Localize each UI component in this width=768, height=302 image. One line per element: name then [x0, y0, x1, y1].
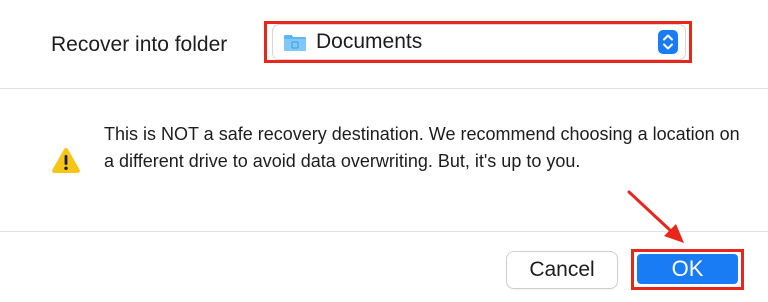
chevron-up-down-icon[interactable] [658, 30, 678, 54]
folder-label: Recover into folder [51, 33, 228, 56]
warning-message: This is NOT a safe recovery destination.… [104, 124, 740, 171]
folder-icon [284, 35, 306, 51]
warning-triangle-icon [52, 148, 80, 173]
folder-row: Recover into folder Documents [0, 0, 768, 88]
ok-button[interactable]: OK [637, 254, 738, 284]
folder-select-value: Documents [316, 30, 423, 53]
cancel-button[interactable]: Cancel [507, 252, 617, 288]
divider-top [0, 88, 768, 89]
divider-bottom [0, 231, 768, 232]
recovery-dialog: Recover into folder Documents This is NO… [0, 0, 768, 302]
folder-select[interactable]: Documents [273, 25, 685, 59]
